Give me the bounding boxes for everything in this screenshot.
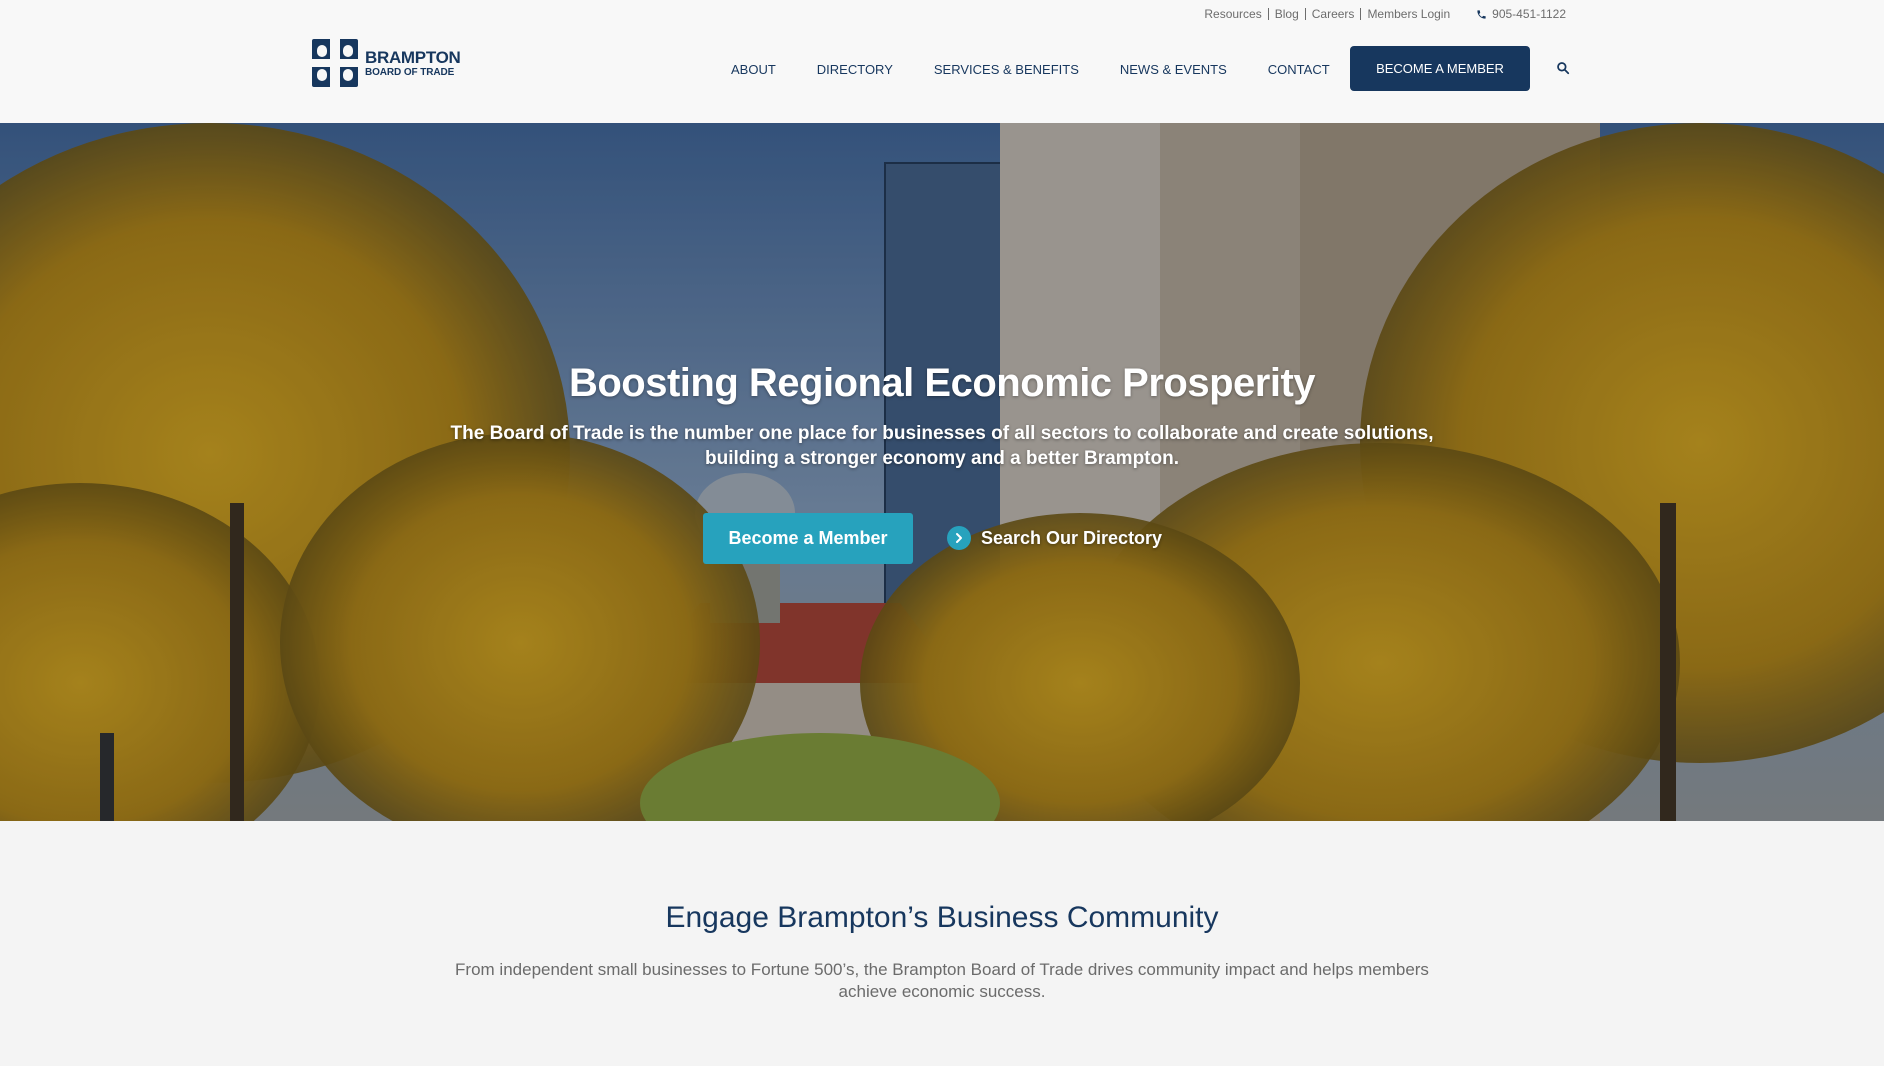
hero-overlay xyxy=(0,123,1884,821)
chevron-right-icon xyxy=(947,526,971,550)
utility-nav: Resources Blog Careers Members Login 905… xyxy=(1204,6,1566,22)
phone-number: 905-451-1122 xyxy=(1492,7,1566,21)
site-logo[interactable]: BRAMPTON BOARD OF TRADE xyxy=(311,38,461,88)
utility-link-careers[interactable]: Careers xyxy=(1312,7,1355,21)
nav-item-about[interactable]: ABOUT xyxy=(731,62,776,77)
nav-item-news-events[interactable]: NEWS & EVENTS xyxy=(1120,62,1227,77)
main-nav: ABOUT DIRECTORY SERVICES & BENEFITS NEWS… xyxy=(731,46,1371,92)
nav-item-services-benefits[interactable]: SERVICES & BENEFITS xyxy=(934,62,1079,77)
utility-link-blog[interactable]: Blog xyxy=(1275,7,1299,21)
search-directory-link[interactable]: Search Our Directory xyxy=(947,525,1162,551)
hero-banner: Boosting Regional Economic Prosperity Th… xyxy=(0,123,1884,821)
hero-subtitle: The Board of Trade is the number one pla… xyxy=(450,423,1434,469)
site-header: Resources Blog Careers Members Login 905… xyxy=(0,0,1884,123)
engage-heading: Engage Brampton’s Business Community xyxy=(665,901,1219,934)
utility-link-members-login[interactable]: Members Login xyxy=(1367,7,1450,21)
nav-item-directory[interactable]: DIRECTORY xyxy=(817,62,893,77)
utility-divider xyxy=(1360,8,1362,20)
search-directory-label: Search Our Directory xyxy=(981,527,1163,548)
engage-description: From independent small businesses to For… xyxy=(455,960,1429,1001)
engage-section: Engage Brampton’s Business Community Fro… xyxy=(0,821,1884,1066)
become-member-hero-button[interactable]: Become a Member xyxy=(703,513,913,564)
phone-contact[interactable]: 905-451-1122 xyxy=(1476,7,1566,21)
become-member-nav-button[interactable]: BECOME A MEMBER xyxy=(1350,46,1530,91)
logo-line-1: BRAMPTON xyxy=(365,47,461,67)
utility-divider xyxy=(1267,8,1269,20)
logo-wordmark: BRAMPTON BOARD OF TRADE xyxy=(365,49,461,78)
logo-line-2: BOARD OF TRADE xyxy=(365,66,455,78)
hero-title: Boosting Regional Economic Prosperity xyxy=(568,361,1316,405)
utility-link-resources[interactable]: Resources xyxy=(1204,7,1261,21)
nav-item-contact[interactable]: CONTACT xyxy=(1268,62,1330,77)
phone-icon xyxy=(1477,9,1486,19)
brampton-logo-icon xyxy=(312,39,358,87)
search-icon[interactable] xyxy=(1556,61,1570,75)
utility-divider xyxy=(1304,8,1306,20)
